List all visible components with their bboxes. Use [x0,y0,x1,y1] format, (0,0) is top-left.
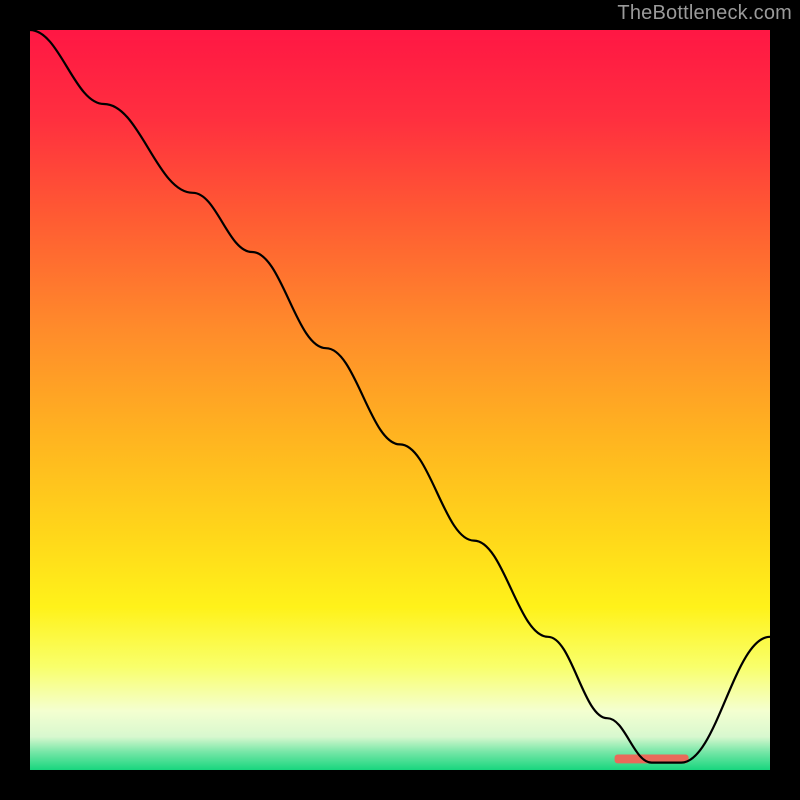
chart-background-gradient [30,30,770,770]
watermark-text: TheBottleneck.com [617,2,792,25]
chart-frame: TheBottleneck.com [0,0,800,800]
bottleneck-chart [30,30,770,770]
chart-plot-area [30,30,770,770]
